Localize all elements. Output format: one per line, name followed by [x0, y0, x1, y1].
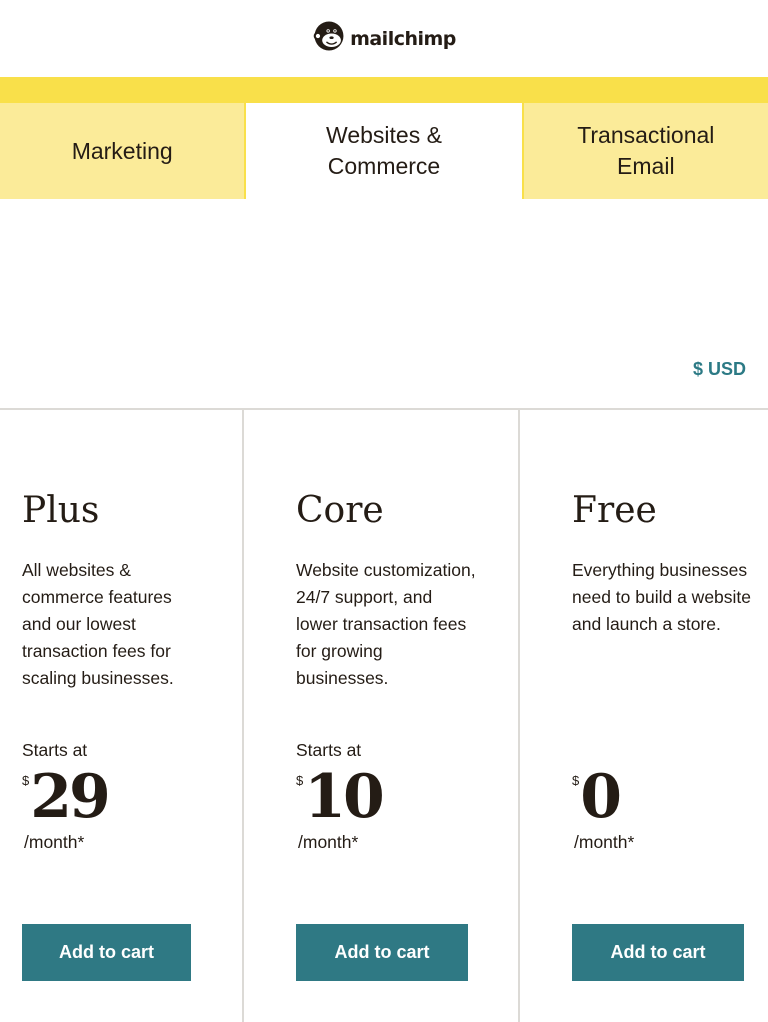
add-to-cart-button-plus[interactable]: Add to cart	[22, 924, 191, 981]
add-to-cart-button-core[interactable]: Add to cart	[296, 924, 468, 981]
price-amount: 0	[580, 762, 622, 832]
product-tabs: Marketing Websites & Commerce Transactio…	[0, 77, 768, 199]
currency-symbol: $	[296, 773, 304, 788]
mailchimp-logo[interactable]: mailchimp	[312, 19, 456, 58]
add-to-cart-button-free[interactable]: Add to cart	[572, 924, 744, 981]
plan-name: Free	[572, 490, 657, 531]
plan-description: Everything businesses need to build a we…	[572, 560, 752, 634]
price-amount: 10	[304, 762, 384, 832]
billing-period: /month*	[574, 832, 635, 852]
tab-label: Email	[617, 153, 675, 179]
currency-symbol: $	[22, 773, 30, 788]
plan-card-core: Core Website customization, 24/7 support…	[244, 410, 520, 1022]
plan-description: All websites & commerce features and our…	[22, 560, 174, 688]
price-amount: 29	[30, 762, 110, 832]
tab-label: Transactional	[577, 122, 715, 148]
pricing-plans: Plus All websites & commerce features an…	[0, 408, 768, 1022]
tab-websites-commerce[interactable]: Websites & Commerce	[246, 103, 522, 199]
plan-card-free: Free Everything businesses need to build…	[520, 410, 768, 1022]
plan-name: Core	[296, 490, 384, 531]
currency-selector[interactable]: $ USD	[693, 359, 746, 380]
tab-label: Websites &	[326, 122, 442, 148]
plan-price: $ 29	[22, 762, 111, 832]
billing-period: /month*	[298, 832, 359, 852]
starts-at-label: Starts at	[296, 740, 362, 760]
starts-at-label: Starts at	[22, 740, 88, 760]
currency-row: $ USD	[0, 199, 768, 409]
billing-period: /month*	[24, 832, 85, 852]
logo-wordmark: mailchimp	[350, 27, 456, 50]
plan-price: $ 10	[296, 762, 385, 832]
site-header: mailchimp	[0, 0, 768, 77]
tab-transactional-email[interactable]: Transactional Email	[523, 103, 768, 199]
tab-label: Marketing	[71, 137, 173, 164]
plan-price: $ 0	[572, 762, 622, 832]
tab-marketing[interactable]: Marketing	[0, 103, 245, 199]
plan-name: Plus	[22, 490, 100, 531]
tab-label: Commerce	[327, 153, 441, 179]
plan-card-plus: Plus All websites & commerce features an…	[0, 410, 244, 1022]
currency-symbol: $	[572, 773, 580, 788]
freddie-monkey-icon	[312, 19, 346, 58]
plan-description: Website customization, 24/7 support, and…	[296, 560, 476, 688]
